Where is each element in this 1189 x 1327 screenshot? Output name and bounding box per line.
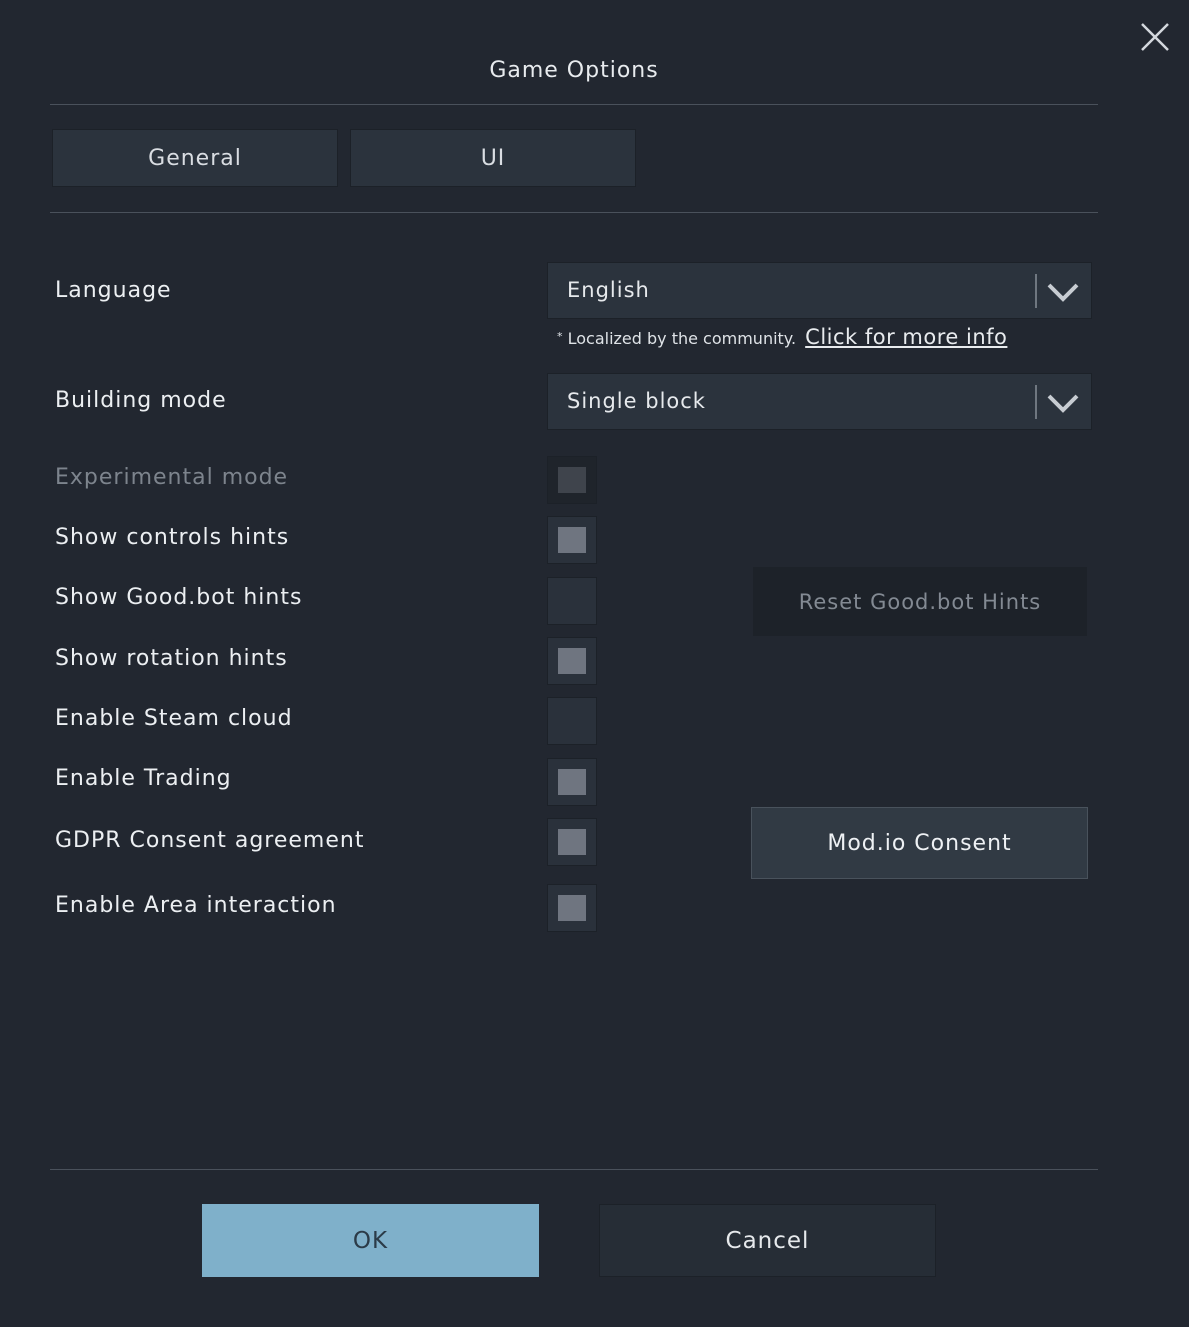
show-controls-hints-label: Show controls hints xyxy=(55,525,290,550)
language-value: English xyxy=(567,278,650,302)
dialog-title: Game Options xyxy=(489,58,659,83)
close-button[interactable] xyxy=(1134,16,1176,58)
localization-note: * Localized by the community. Click for … xyxy=(557,322,1007,352)
enable-steam-cloud-checkbox[interactable] xyxy=(547,697,597,745)
checkbox-mark xyxy=(558,467,586,493)
show-goodbot-hints-label: Show Good.bot hints xyxy=(55,585,303,610)
checkbox-mark xyxy=(558,648,586,674)
tabs-divider xyxy=(50,212,1098,213)
show-rotation-hints-checkbox[interactable] xyxy=(547,637,597,685)
chevron-down-icon xyxy=(1047,283,1079,302)
checkbox-mark xyxy=(558,895,586,921)
tab-ui[interactable]: UI xyxy=(350,129,636,187)
gdpr-consent-checkbox[interactable] xyxy=(547,818,597,866)
enable-area-interaction-checkbox[interactable] xyxy=(547,884,597,932)
enable-trading-label: Enable Trading xyxy=(55,766,232,791)
show-goodbot-hints-checkbox[interactable] xyxy=(547,577,597,625)
language-dropdown[interactable]: English xyxy=(547,262,1092,319)
gdpr-consent-label: GDPR Consent agreement xyxy=(55,828,365,853)
dropdown-separator xyxy=(1035,274,1037,308)
experimental-mode-checkbox xyxy=(547,456,597,504)
enable-trading-checkbox[interactable] xyxy=(547,758,597,806)
checkbox-mark xyxy=(558,829,586,855)
footer-divider xyxy=(50,1169,1098,1170)
enable-area-interaction-label: Enable Area interaction xyxy=(55,893,337,918)
checkbox-mark xyxy=(558,527,586,553)
building-mode-dropdown[interactable]: Single block xyxy=(547,373,1092,430)
cancel-button[interactable]: Cancel xyxy=(599,1204,936,1277)
modio-consent-button[interactable]: Mod.io Consent xyxy=(751,807,1088,879)
more-info-link[interactable]: Click for more info xyxy=(805,325,1007,349)
experimental-mode-label: Experimental mode xyxy=(55,465,289,490)
building-mode-value: Single block xyxy=(567,389,706,413)
dropdown-separator xyxy=(1035,385,1037,419)
tab-general[interactable]: General xyxy=(52,129,338,187)
show-controls-hints-checkbox[interactable] xyxy=(547,516,597,564)
checkbox-mark xyxy=(558,769,586,795)
language-label: Language xyxy=(55,278,172,303)
title-divider xyxy=(50,104,1098,105)
building-mode-label: Building mode xyxy=(55,388,227,413)
show-rotation-hints-label: Show rotation hints xyxy=(55,646,288,671)
enable-steam-cloud-label: Enable Steam cloud xyxy=(55,706,293,731)
close-icon xyxy=(1141,23,1169,51)
note-text: Localized by the community. xyxy=(567,329,797,348)
reset-goodbot-hints-button[interactable]: Reset Good.bot Hints xyxy=(753,567,1087,636)
note-marker: * xyxy=(557,330,563,343)
chevron-down-icon xyxy=(1047,394,1079,413)
ok-button[interactable]: OK xyxy=(202,1204,539,1277)
